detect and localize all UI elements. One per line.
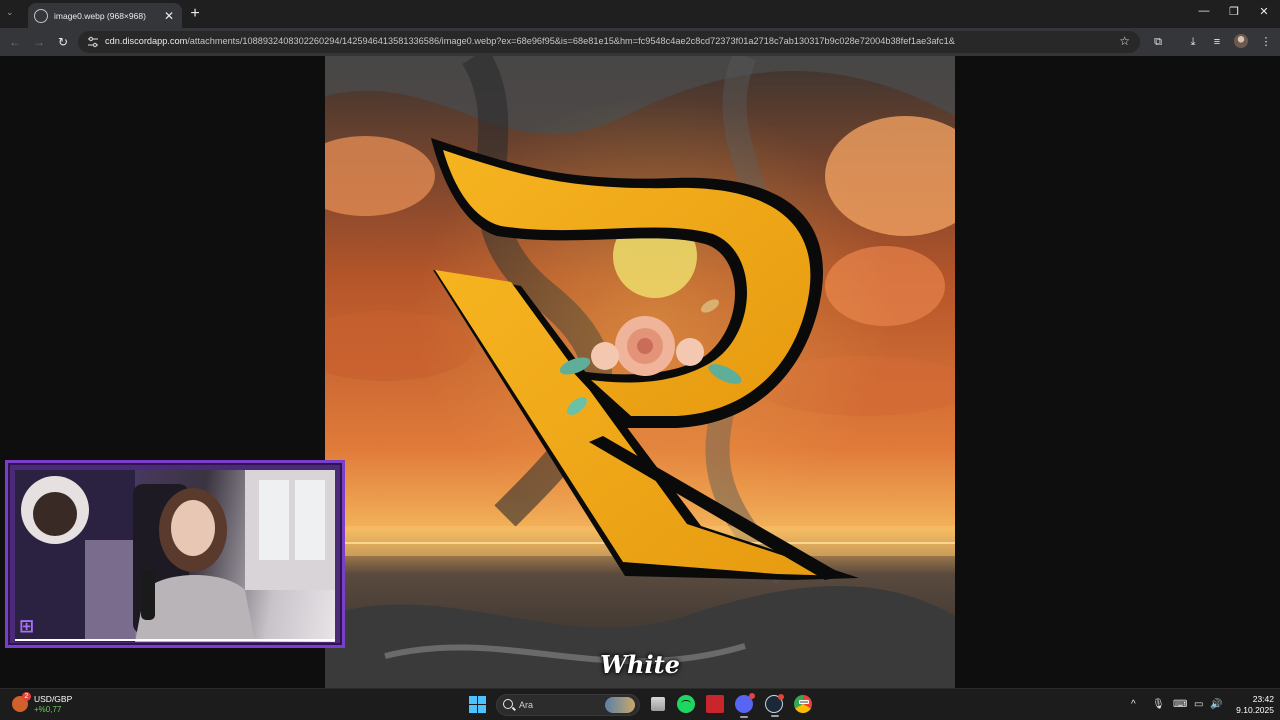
browser-tab[interactable]: image0.webp (968×968) ✕ xyxy=(28,3,182,28)
system-clock[interactable]: 23:42 9.10.2025 xyxy=(1224,694,1274,716)
news-icon[interactable] xyxy=(706,695,724,713)
files-icon[interactable] xyxy=(651,697,665,711)
twitch-logo-icon: ⊞ xyxy=(19,616,35,636)
search-placeholder: Ara xyxy=(519,700,534,710)
restore-button[interactable]: ❐ xyxy=(1226,5,1242,18)
download-icon[interactable]: ⤓ xyxy=(1186,35,1200,49)
forward-button[interactable]: → xyxy=(32,35,46,49)
tab-close-icon[interactable]: ✕ xyxy=(162,9,176,23)
artwork-caption: White xyxy=(600,650,680,679)
taskbar: 2 USD/GBP +%0,77 Ara ^ 🎙 ⌨ ▭ 🔊 23:42 9.1… xyxy=(0,688,1280,720)
windows-logo-pane xyxy=(478,705,486,713)
steam-notification-dot xyxy=(778,694,784,700)
keyboard-icon[interactable]: ⌨ xyxy=(1173,699,1187,710)
tab-search-icon[interactable]: ⌄ xyxy=(6,7,14,18)
clock-time: 23:42 xyxy=(1252,694,1274,704)
taskbar-search[interactable]: Ara xyxy=(496,694,640,716)
steam-icon[interactable] xyxy=(765,694,784,717)
media-control-icon[interactable]: ≡ xyxy=(1210,35,1224,49)
bookmark-star-icon[interactable]: ☆ xyxy=(1119,34,1130,48)
tray-overflow-chevron-icon[interactable]: ^ xyxy=(1131,699,1136,710)
display-icon[interactable]: ▭ xyxy=(1194,699,1203,710)
search-icon xyxy=(503,699,513,709)
url-text: cdn.discordapp.com/attachments/108893240… xyxy=(105,36,955,46)
profile-avatar[interactable] xyxy=(1234,34,1248,48)
minimize-button[interactable]: — xyxy=(1196,5,1212,17)
notification-badge: 2 xyxy=(22,692,31,701)
discord-notification-dot xyxy=(749,693,755,699)
new-tab-button[interactable]: + xyxy=(188,5,202,23)
currency-pair: USD/GBP xyxy=(34,694,73,704)
reload-button[interactable]: ↻ xyxy=(56,35,70,49)
clock-date: 9.10.2025 xyxy=(1236,705,1274,715)
start-button[interactable] xyxy=(469,696,486,713)
extensions-icon[interactable]: ⧉ xyxy=(1151,35,1165,49)
windows-logo-pane xyxy=(469,696,477,704)
currency-widget[interactable]: 2 USD/GBP +%0,77 xyxy=(12,692,102,716)
webcam-scene xyxy=(15,470,335,642)
currency-change: +%0,77 xyxy=(34,705,62,714)
tab-strip: ⌄ image0.webp (968×968) ✕ + — ❐ ✕ xyxy=(0,0,1280,28)
microphone-icon[interactable]: 🎙 xyxy=(1152,699,1165,710)
site-info-icon[interactable] xyxy=(87,36,99,48)
webcam-overlay: ⊞ xyxy=(5,460,345,648)
discord-icon[interactable] xyxy=(735,693,755,718)
windows-logo-pane xyxy=(469,705,477,713)
url-host: cdn.discordapp.com xyxy=(105,36,188,46)
artwork-image xyxy=(325,56,955,688)
back-button[interactable]: ← xyxy=(8,35,22,49)
windows-logo-pane xyxy=(478,696,486,704)
chrome-icon[interactable] xyxy=(794,695,812,713)
logo-artwork: White xyxy=(325,56,955,688)
webcam-feed: ⊞ xyxy=(15,470,335,642)
spotify-icon[interactable] xyxy=(677,695,695,713)
search-highlight-image xyxy=(605,697,635,713)
browser-toolbar: ← → ↻ cdn.discordapp.com/attachments/108… xyxy=(0,28,1280,56)
browser-menu-icon[interactable]: ⋮ xyxy=(1259,35,1273,49)
close-window-button[interactable]: ✕ xyxy=(1256,5,1272,18)
globe-icon xyxy=(34,8,48,23)
address-bar[interactable]: cdn.discordapp.com/attachments/108893240… xyxy=(78,31,1140,53)
volume-icon[interactable]: 🔊 xyxy=(1210,699,1222,710)
tab-title: image0.webp (968×968) xyxy=(54,10,146,21)
url-path: /attachments/1088932408302260294/1425946… xyxy=(187,36,955,46)
